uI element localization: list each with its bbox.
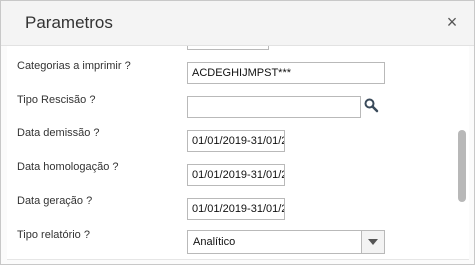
content-bottom-divider bbox=[7, 259, 469, 260]
tipo-relatorio-value: Analítico bbox=[193, 236, 236, 248]
data-geracao-input[interactable]: 01/01/2019-31/01/2 bbox=[187, 198, 285, 220]
close-icon[interactable]: × bbox=[442, 11, 462, 33]
chevron-down-icon[interactable] bbox=[361, 231, 384, 253]
data-geracao-label: Data geração ? bbox=[17, 195, 93, 207]
scrollbar-thumb[interactable] bbox=[458, 130, 466, 202]
data-homologacao-input[interactable]: 01/01/2019-31/01/2 bbox=[187, 164, 285, 186]
tipo-relatorio-label: Tipo relatório ? bbox=[17, 229, 90, 241]
dialog-titlebar: Parametros × bbox=[1, 1, 474, 46]
parameters-dialog: Parametros × Categorias a imprimir ? ACD… bbox=[0, 0, 475, 265]
parameters-form: Categorias a imprimir ? ACDEGHIJMPST*** … bbox=[7, 46, 469, 259]
dialog-title: Parametros bbox=[25, 13, 113, 32]
tipo-relatorio-select[interactable]: Analítico bbox=[187, 230, 385, 254]
categorias-label: Categorias a imprimir ? bbox=[17, 60, 131, 72]
previous-field[interactable] bbox=[187, 46, 269, 50]
data-homologacao-label: Data homologação ? bbox=[17, 161, 119, 173]
vertical-scrollbar[interactable] bbox=[457, 46, 467, 259]
categorias-input[interactable]: ACDEGHIJMPST*** bbox=[187, 62, 385, 84]
data-demissao-label: Data demissão ? bbox=[17, 127, 100, 139]
data-demissao-input[interactable]: 01/01/2019-31/01/2 bbox=[187, 130, 285, 152]
tipo-rescisao-label: Tipo Rescisão ? bbox=[17, 94, 96, 106]
tipo-rescisao-input[interactable] bbox=[187, 96, 361, 118]
search-icon[interactable] bbox=[363, 97, 379, 113]
